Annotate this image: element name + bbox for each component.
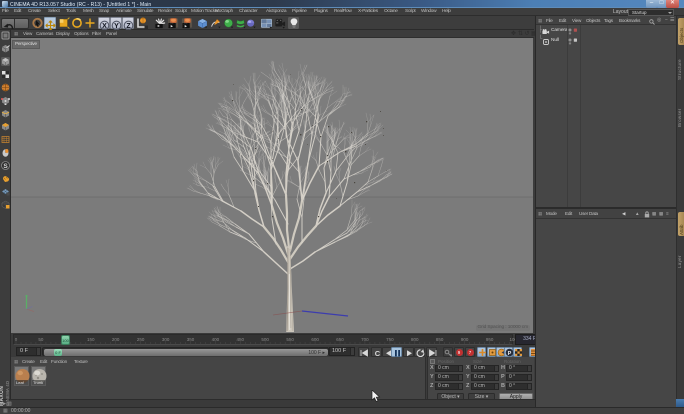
svg-text:X: X [102,23,107,30]
svg-text:Y: Y [114,23,119,30]
svg-text:Z: Z [126,23,131,30]
svg-text:S: S [3,163,8,170]
